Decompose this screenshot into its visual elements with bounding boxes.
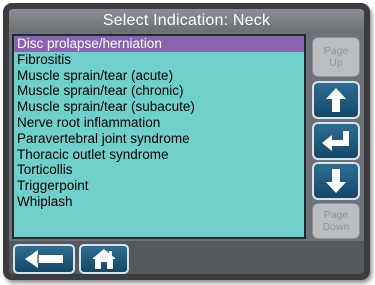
list-item[interactable]: Disc prolapse/herniation [14,36,304,52]
page-up-label-line1: Page [323,45,349,57]
list-item[interactable]: Whiplash [14,194,304,210]
page-up-button[interactable]: Page Up [312,37,360,77]
list-item[interactable]: Paravertebral joint syndrome [14,131,304,147]
list-item[interactable]: Muscle sprain/tear (subacute) [14,99,304,115]
list-item[interactable]: Fibrositis [14,52,304,68]
list-item[interactable]: Triggerpoint [14,178,304,194]
screen: Select Indication: Neck Disc prolapse/he… [9,9,364,274]
device-frame: Select Indication: Neck Disc prolapse/he… [3,3,370,280]
scroll-down-button[interactable] [312,162,360,200]
arrow-up-icon [326,88,346,112]
arrow-left-icon [25,250,63,268]
page-down-label-line2: Down [322,221,350,233]
list-item[interactable]: Nerve root inflammation [14,115,304,131]
back-button[interactable] [13,244,75,274]
scroll-up-button[interactable] [312,81,360,119]
enter-return-icon [322,131,349,151]
arrow-down-icon [326,169,346,193]
page-down-button[interactable]: Page Down [312,203,360,239]
list-item[interactable]: Muscle sprain/tear (chronic) [14,83,304,99]
indication-list[interactable]: Disc prolapse/herniation Fibrositis Musc… [12,34,306,239]
list-item[interactable]: Torticollis [14,162,304,178]
page-down-label-line1: Page [323,209,349,221]
window-title: Select Indication: Neck [9,9,364,33]
enter-button[interactable] [312,122,360,160]
home-button[interactable] [79,244,129,274]
home-icon [92,249,116,269]
list-item[interactable]: Thoracic outlet syndrome [14,147,304,163]
list-item[interactable]: Muscle sprain/tear (acute) [14,68,304,84]
page-up-label-line2: Up [329,57,343,69]
